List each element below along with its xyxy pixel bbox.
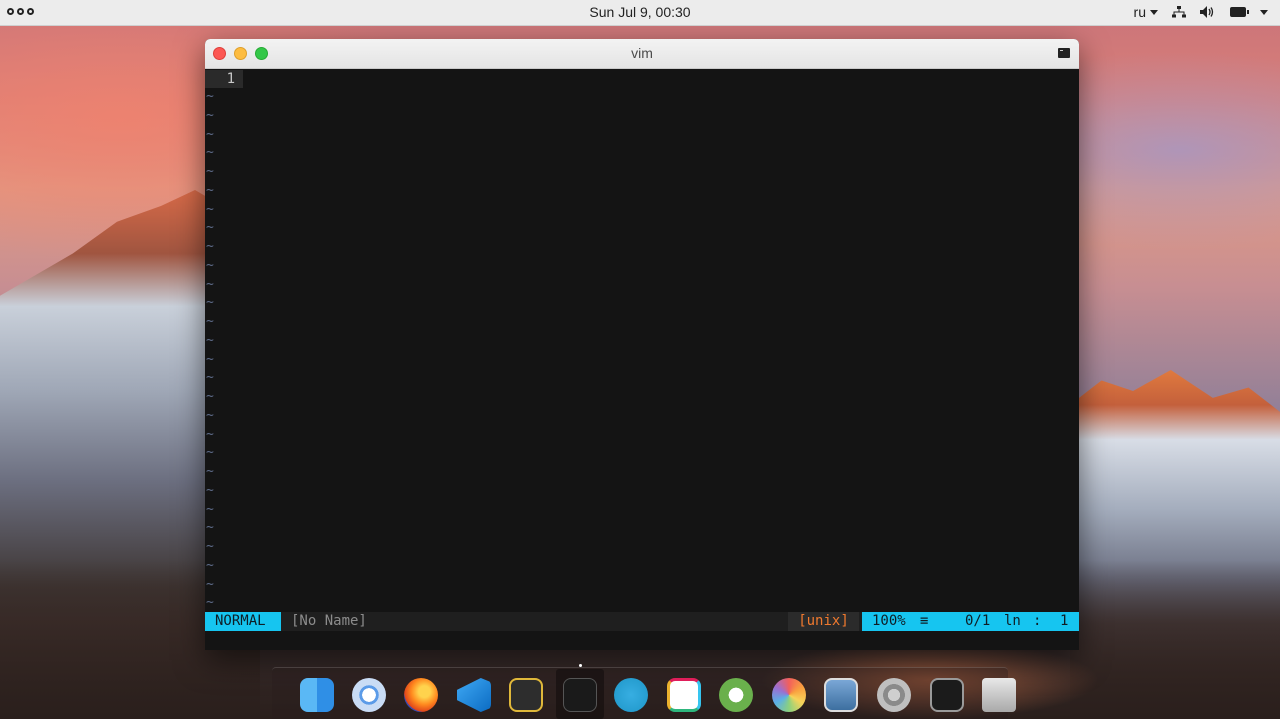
dock-item[interactable] (771, 677, 807, 713)
photos-icon (772, 678, 806, 712)
volume-icon[interactable] (1200, 6, 1216, 18)
tilde-line: ~ (206, 370, 214, 386)
language-selector[interactable]: ru (1134, 4, 1158, 20)
dock-item[interactable] (403, 677, 439, 713)
tilde-line: ~ (206, 182, 214, 198)
menu-bars-icon: ≡ (920, 613, 929, 629)
dock-item[interactable] (876, 677, 912, 713)
colon-label: : (1033, 613, 1042, 629)
tilde-line: ~ (206, 332, 214, 348)
filename-label: [No Name] (291, 613, 367, 629)
telegram-icon (614, 678, 648, 712)
top-menu-bar: Sun Jul 9, 00:30 ru (0, 0, 1280, 26)
dock-item[interactable] (666, 677, 702, 713)
disk-drive-icon (982, 678, 1016, 712)
tilde-line: ~ (206, 220, 214, 236)
dock-item[interactable] (508, 677, 544, 713)
tilde-line: ~ (206, 257, 214, 273)
dock-item[interactable] (299, 677, 335, 713)
ln-label: ln (1004, 613, 1021, 629)
tilde-line: ~ (206, 445, 214, 461)
image-viewer-icon (824, 678, 858, 712)
tilde-line: ~ (206, 239, 214, 254)
tilde-line: ~ (206, 389, 214, 404)
firefox-icon (404, 678, 438, 712)
vim-statusline: NORMAL [No Name] [unix] 100% ≡ 0/1 ln : … (205, 612, 1079, 631)
fileformat-label: [unix] (788, 612, 859, 631)
dock-item[interactable] (823, 677, 859, 713)
percent-label: 100% (872, 613, 906, 629)
dock-running-indicator (579, 664, 582, 667)
tilde-line: ~ (206, 295, 214, 311)
tilde-line: ~ (206, 276, 214, 292)
tilde-line: ~ (206, 557, 214, 573)
line-count-label: 0/1 (965, 613, 991, 629)
tilde-line: ~ (206, 501, 214, 517)
dock (272, 664, 1016, 719)
desktop: Sun Jul 9, 00:30 ru vim 1 ~ ~ ~ ~ ~ ~ ~ … (0, 0, 1280, 719)
tilde-line: ~ (206, 482, 214, 498)
code-editor-icon (509, 678, 543, 712)
vim-window: vim 1 ~ ~ ~ ~ ~ ~ ~ ~ ~ ~ ~ ~ ~ ~ ~ ~ ~ ~ ~ ~ ~ ~ ~ ~ ~ ~ ~ ~ NORMA… (205, 39, 1079, 650)
tilde-line: ~ (206, 164, 214, 179)
chromium-icon (352, 678, 386, 712)
language-label: ru (1133, 4, 1146, 20)
vim-editor[interactable]: 1 ~ ~ ~ ~ ~ ~ ~ ~ ~ ~ ~ ~ ~ ~ ~ ~ ~ ~ ~ ~ ~ ~ ~ ~ ~ ~ ~ ~ NORMAL [N… (205, 69, 1079, 650)
tilde-line: ~ (206, 595, 214, 611)
tilde-line: ~ (206, 520, 214, 536)
chevron-down-icon (1150, 9, 1158, 15)
terminal-icon (563, 678, 597, 712)
dock-item[interactable] (456, 677, 492, 713)
finder-icon (300, 678, 334, 712)
tilde-line: ~ (206, 314, 214, 329)
tilde-line: ~ (206, 201, 214, 217)
tilde-line: ~ (206, 89, 214, 104)
chevron-down-icon[interactable] (1260, 9, 1268, 15)
tilde-line: ~ (206, 576, 214, 592)
activity-monitor-icon (930, 678, 964, 712)
menubar-clock[interactable]: Sun Jul 9, 00:30 (0, 4, 1280, 20)
battery-icon[interactable] (1230, 7, 1249, 17)
dock-item[interactable] (981, 677, 1017, 713)
tilde-line: ~ (206, 126, 214, 142)
network-icon[interactable] (1172, 6, 1186, 18)
tilde-line: ~ (206, 407, 214, 423)
window-titlebar[interactable]: vim (205, 39, 1079, 69)
vim-command-line[interactable] (205, 631, 1079, 650)
column-label: 1 (1060, 613, 1069, 629)
dock-item[interactable] (562, 677, 598, 713)
tilde-line: ~ (206, 107, 214, 123)
tilde-line: ~ (206, 351, 214, 367)
tilde-line: ~ (206, 145, 214, 161)
dock-item[interactable] (613, 677, 649, 713)
vscode-icon (457, 678, 491, 712)
slack-icon (667, 678, 701, 712)
dock-item[interactable] (718, 677, 754, 713)
mode-indicator: NORMAL (205, 612, 281, 631)
terminal-icon (1058, 48, 1070, 58)
cursor-position: 100% ≡ 0/1 ln : 1 (862, 612, 1079, 631)
dock-item[interactable] (351, 677, 387, 713)
window-title: vim (631, 45, 653, 61)
line-number: 1 (205, 70, 243, 88)
tilde-line: ~ (206, 464, 214, 479)
system-preferences-icon (877, 678, 911, 712)
keys-icon (719, 678, 753, 712)
dock-item[interactable] (929, 677, 965, 713)
tilde-line: ~ (206, 426, 214, 442)
tilde-line: ~ (206, 539, 214, 554)
